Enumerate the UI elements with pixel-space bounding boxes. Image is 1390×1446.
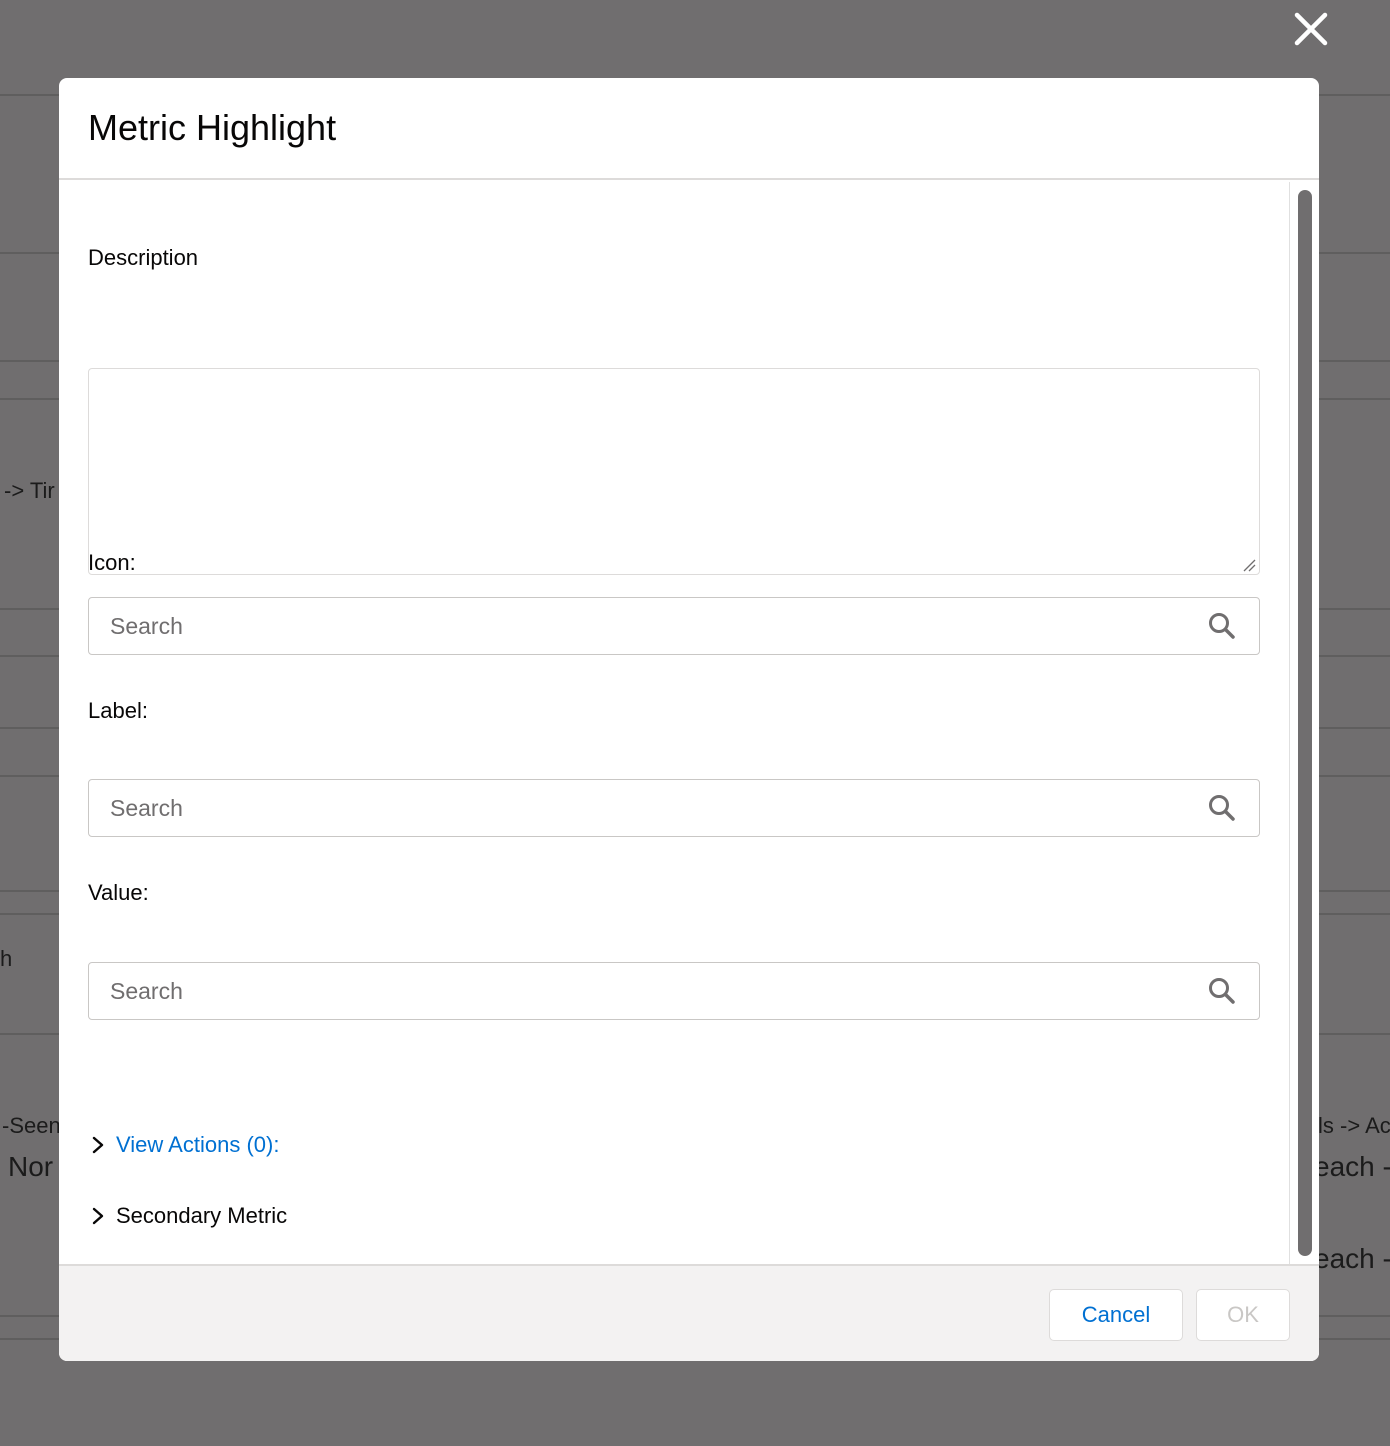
bg-divider: [1319, 655, 1390, 657]
bg-fragment: h: [0, 946, 13, 971]
bg-fragment: -> Tir: [4, 478, 55, 503]
bg-divider: [0, 890, 59, 892]
secondary-metric-label: Secondary Metric: [116, 1203, 288, 1228]
resize-grip-icon[interactable]: [1242, 558, 1256, 572]
description-label: Description: [88, 245, 199, 270]
bg-fragment: ls -> Ac: [1318, 1113, 1390, 1138]
bg-divider: [1319, 252, 1390, 254]
scrollbar-thumb[interactable]: [1298, 190, 1312, 1256]
modal-title: Metric Highlight: [88, 107, 337, 148]
bg-divider: [0, 94, 59, 96]
search-icon: [1209, 613, 1235, 639]
bg-fragment: each -: [1314, 1243, 1390, 1274]
chevron-right-icon: [92, 1207, 104, 1225]
modal-body: Description Icon: Label: Value:: [59, 182, 1289, 1264]
description-textarea[interactable]: [88, 368, 1260, 575]
chevron-right-icon: [92, 1136, 104, 1154]
bg-divider: [1319, 727, 1390, 729]
bg-divider: [0, 398, 59, 400]
bg-divider: [1319, 1033, 1390, 1035]
bg-divider: [1319, 913, 1390, 915]
modal-header: Metric Highlight: [59, 78, 1319, 180]
view-actions-link[interactable]: View Actions (0):: [116, 1132, 279, 1158]
bg-fragment: -Seen: [2, 1113, 61, 1138]
scrollbar[interactable]: [1289, 182, 1319, 1264]
bg-divider: [0, 1033, 59, 1035]
cancel-button[interactable]: Cancel: [1049, 1289, 1183, 1341]
bg-divider: [0, 1315, 59, 1317]
bg-divider: [0, 655, 59, 657]
bg-divider: [1319, 775, 1390, 777]
label-field-label: Label:: [88, 698, 148, 723]
label-search-box: [88, 779, 1260, 837]
bg-divider: [0, 360, 59, 362]
metric-highlight-modal: Metric Highlight Description Icon: Label…: [59, 78, 1319, 1361]
bg-divider: [1319, 94, 1390, 96]
bg-divider: [1319, 608, 1390, 610]
bg-divider: [0, 727, 59, 729]
search-icon: [1209, 795, 1235, 821]
icon-search-box: [88, 597, 1260, 655]
secondary-metric-toggle[interactable]: Secondary Metric: [88, 1203, 287, 1229]
bg-divider: [1319, 890, 1390, 892]
search-icon: [1209, 978, 1235, 1004]
bg-divider: [0, 775, 59, 777]
bg-divider: [1319, 360, 1390, 362]
bg-divider: [0, 608, 59, 610]
icon-search-input[interactable]: [89, 597, 1207, 655]
modal-footer: Cancel OK: [59, 1264, 1319, 1361]
ok-button[interactable]: OK: [1196, 1289, 1290, 1341]
bg-divider: [0, 252, 59, 254]
view-actions-toggle[interactable]: View Actions (0):: [88, 1132, 279, 1158]
bg-divider: [1319, 398, 1390, 400]
bg-divider: [1319, 1315, 1390, 1317]
value-field-label: Value:: [88, 880, 149, 905]
close-modal-button[interactable]: [1288, 6, 1334, 52]
bg-fragment: Nor: [8, 1151, 54, 1182]
value-search-box: [88, 962, 1260, 1020]
bg-fragment: each -: [1314, 1151, 1390, 1182]
close-icon: [1294, 12, 1328, 46]
value-search-input[interactable]: [89, 962, 1207, 1020]
label-search-input[interactable]: [89, 779, 1207, 837]
icon-label: Icon:: [88, 550, 136, 575]
bg-divider: [0, 913, 59, 915]
